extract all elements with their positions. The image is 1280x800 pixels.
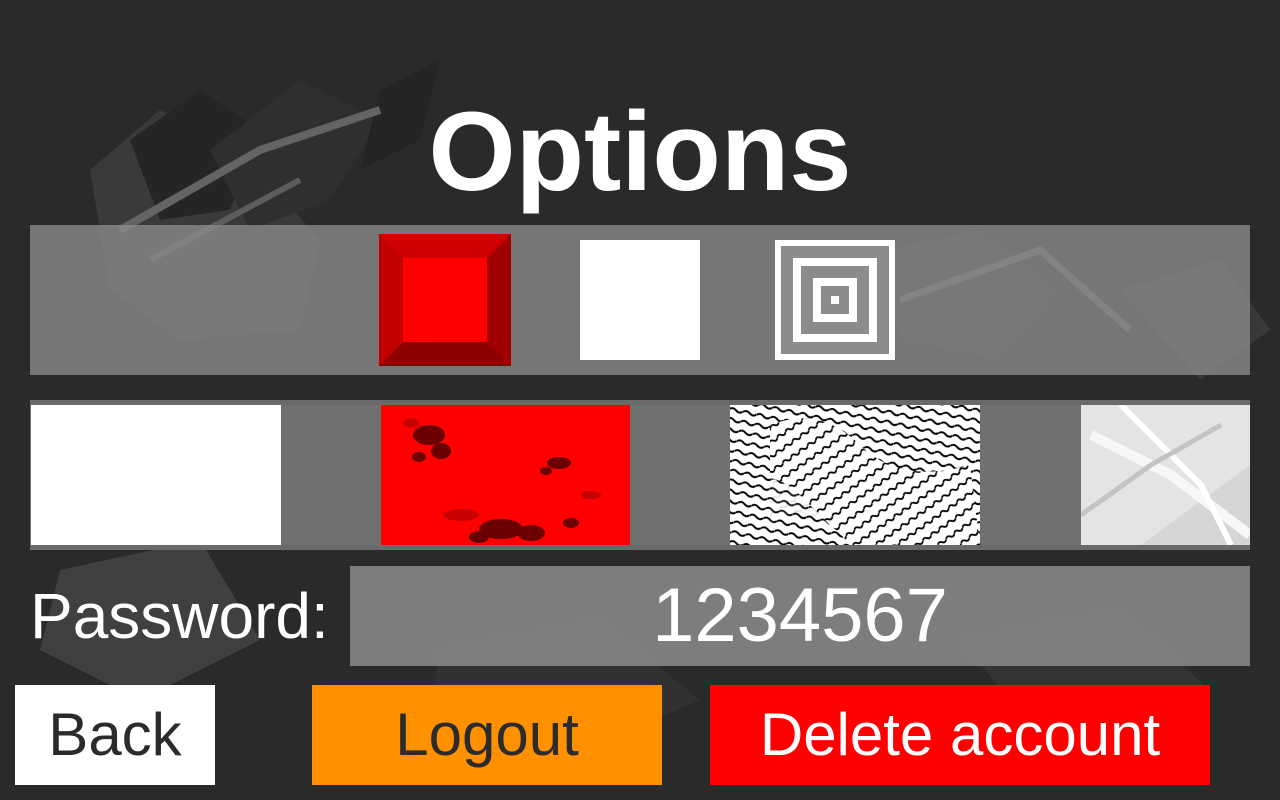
white-background-thumb[interactable] bbox=[31, 405, 281, 545]
red-bevel-tile-icon bbox=[379, 234, 511, 366]
red-splatter-image bbox=[381, 405, 630, 545]
back-button[interactable]: Back bbox=[15, 685, 215, 785]
gray-abstract-background-thumb[interactable] bbox=[1081, 405, 1250, 545]
delete-account-button[interactable]: Delete account bbox=[710, 685, 1210, 785]
gray-abstract-image bbox=[1081, 405, 1250, 545]
white-tile[interactable] bbox=[580, 240, 700, 360]
concentric-square-tile[interactable] bbox=[775, 240, 895, 360]
black-white-pattern-background-thumb[interactable] bbox=[730, 405, 980, 545]
black-white-pattern-image bbox=[730, 405, 980, 545]
concentric-square-icon bbox=[775, 240, 895, 360]
password-label: Password: bbox=[30, 580, 329, 652]
page-title: Options bbox=[428, 89, 852, 214]
logout-button[interactable]: Logout bbox=[312, 685, 662, 785]
red-splatter-background-thumb[interactable] bbox=[381, 405, 630, 545]
password-field[interactable]: 1234567 bbox=[350, 566, 1250, 666]
red-bevel-tile[interactable] bbox=[379, 234, 511, 366]
